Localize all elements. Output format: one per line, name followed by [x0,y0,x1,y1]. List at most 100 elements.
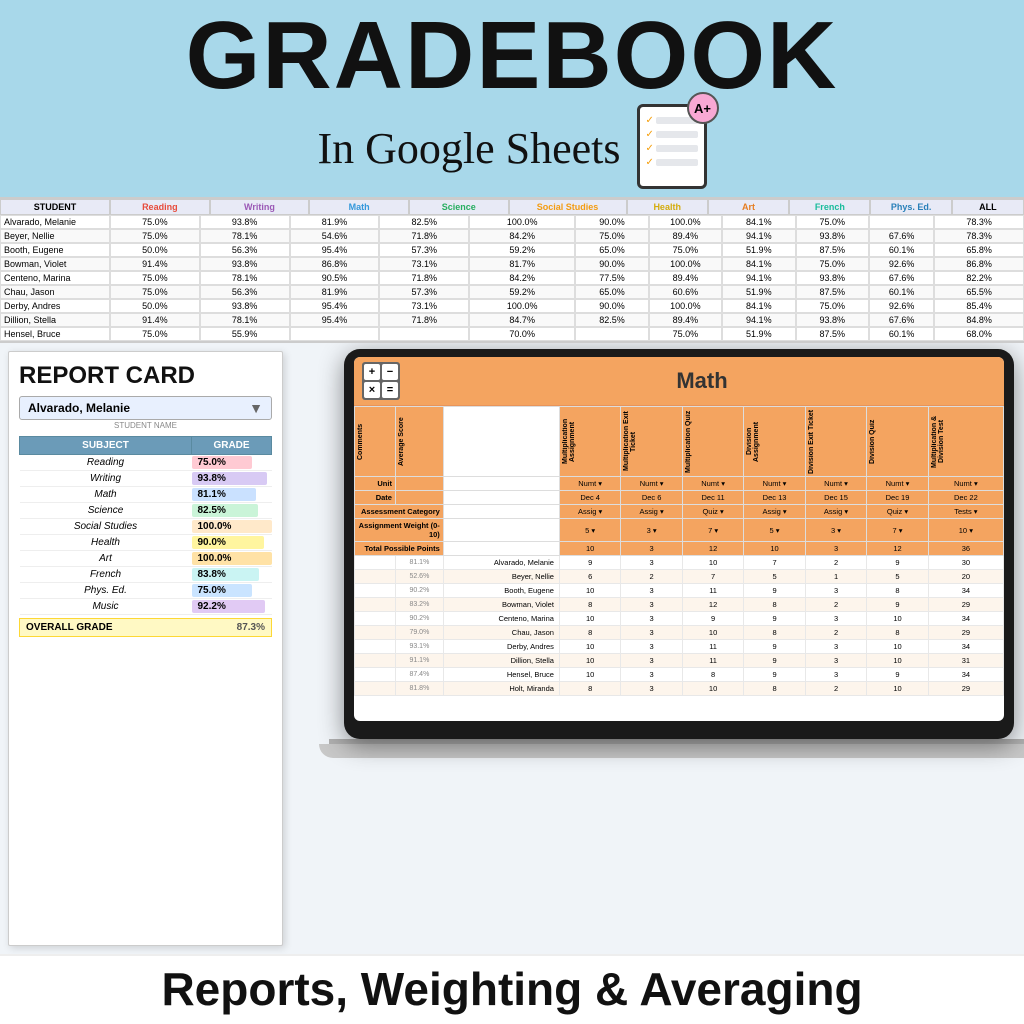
mg-score-cell: 10 [682,682,743,696]
mg-w7: 10 ▾ [928,519,1003,542]
mg-score-cell: 30 [928,556,1003,570]
mg-div-exit: Division Exit Ticket [805,407,866,477]
mg-score-cell: 10 [682,556,743,570]
mg-comment-cell [355,612,396,626]
mg-score-cell: 6 [559,570,620,584]
ss-cell: 89.4% [649,229,722,243]
ss-cell: Hensel, Bruce [0,327,110,341]
ss-cell: 86.8% [934,257,1024,271]
mg-unit-label: Unit [355,477,396,491]
plus-op: + [364,364,380,380]
mg-score-cell: 9 [867,668,928,682]
rc-subject-grade: 100.0% [192,551,272,567]
mg-pct-cell: 93.1% [395,640,443,654]
math-student-row: 91.1% Dillion, Stella 10311931031 [355,654,1004,668]
mg-score-cell: 3 [805,668,866,682]
ss-cell: 77.5% [575,271,648,285]
ss-cell: 67.6% [869,313,934,327]
mg-div-quiz: Division Quiz [867,407,928,477]
mg-score-cell: 10 [559,612,620,626]
ss-cell [379,327,469,341]
mg-score-cell: 10 [559,640,620,654]
ss-cell: 91.4% [110,313,200,327]
mg-score-cell: 29 [928,682,1003,696]
mg-score-cell: 29 [928,626,1003,640]
mg-score-cell: 10 [559,584,620,598]
mg-comment-cell [355,626,396,640]
rc-subject-row: Music 92.2% [20,599,272,615]
mg-score-cell: 9 [744,668,805,682]
ss-cell: 78.1% [200,313,290,327]
ss-cell: 87.5% [796,243,869,257]
math-subject-title: Math [408,368,996,394]
subtitle: In Google Sheets [317,123,620,174]
ss-cell: 100.0% [469,299,575,313]
rc-subject-grade: 92.2% [192,599,272,615]
ss-cell [869,215,934,229]
mg-score-cell: 7 [682,570,743,584]
mg-name-cell: Beyer, Nellie [443,570,559,584]
mg-comment-cell [355,682,396,696]
ss-cell: 84.2% [469,229,575,243]
mg-cat3: Quiz ▾ [682,505,743,519]
mg-cat1: Assig ▾ [559,505,620,519]
ss-cell: 78.3% [934,215,1024,229]
ss-cell: 55.9% [200,327,290,341]
mg-div-assign: Division Assignment [744,407,805,477]
mg-score-cell: 8 [559,682,620,696]
ss-cell: 65.8% [934,243,1024,257]
bottom-section: Reports, Weighting & Averaging [0,954,1024,1024]
ss-cell: 93.8% [796,271,869,285]
rc-subject-row: Reading 75.0% [20,455,272,471]
mg-score-cell: 10 [867,612,928,626]
rc-subject-row: Writing 93.8% [20,471,272,487]
mg-tp2: 3 [621,542,682,556]
ss-cell: 73.1% [379,299,469,313]
mg-score-cell: 34 [928,584,1003,598]
mg-name-cell: Booth, Eugene [443,584,559,598]
rc-subject-name: Writing [20,471,192,487]
rc-subject-name: Science [20,503,192,519]
mg-date-blank [395,491,443,505]
bottom-title: Reports, Weighting & Averaging [20,962,1004,1016]
mg-comment-cell [355,640,396,654]
ss-col-social: Social Studies [509,199,627,215]
mg-score-cell: 2 [805,556,866,570]
ss-cell: 89.4% [649,271,722,285]
ss-cell: Booth, Eugene [0,243,110,257]
ss-cell: 60.1% [869,243,934,257]
mg-score-cell: 3 [621,626,682,640]
mg-comment-cell [355,584,396,598]
math-student-row: 90.2% Booth, Eugene 1031193834 [355,584,1004,598]
ss-cell: 100.0% [649,215,722,229]
ss-cell: 84.8% [934,313,1024,327]
mg-date6: Dec 19 [867,491,928,505]
ss-col-phys: Phys. Ed. [870,199,951,215]
ss-cell: 60.1% [869,327,934,341]
ss-cell: 59.2% [469,243,575,257]
ss-col-all: ALL [952,199,1024,215]
ss-cell: 75.0% [110,215,200,229]
mg-score-cell: 10 [559,668,620,682]
grade-icon: ✓ ✓ ✓ ✓ A+ [637,104,707,189]
mg-score-cell: 29 [928,598,1003,612]
mg-name-cell: Bowman, Violet [443,598,559,612]
ss-cell: 93.8% [200,215,290,229]
mg-score-cell: 10 [867,654,928,668]
ss-row: Dillion, Stella91.4%78.1%95.4%71.8%84.7%… [0,313,1024,327]
ss-cell: 89.4% [649,313,722,327]
tablet-screen: + − × = Math [354,357,1004,721]
mg-name-cell: Centeno, Marina [443,612,559,626]
ss-cell: 93.8% [796,313,869,327]
ss-cell: 84.1% [722,257,795,271]
mg-cat7: Tests ▾ [928,505,1003,519]
ss-cell: 95.4% [290,299,380,313]
rc-grade-header: GRADE [192,437,272,455]
ss-cell: 67.6% [869,271,934,285]
mg-cat4: Assig ▾ [744,505,805,519]
mg-cat2: Assig ▾ [621,505,682,519]
rc-subject-name: French [20,567,192,583]
minus-op: − [382,364,398,380]
rc-subject-grade: 83.8% [192,567,272,583]
grade-badge: A+ [687,92,719,124]
